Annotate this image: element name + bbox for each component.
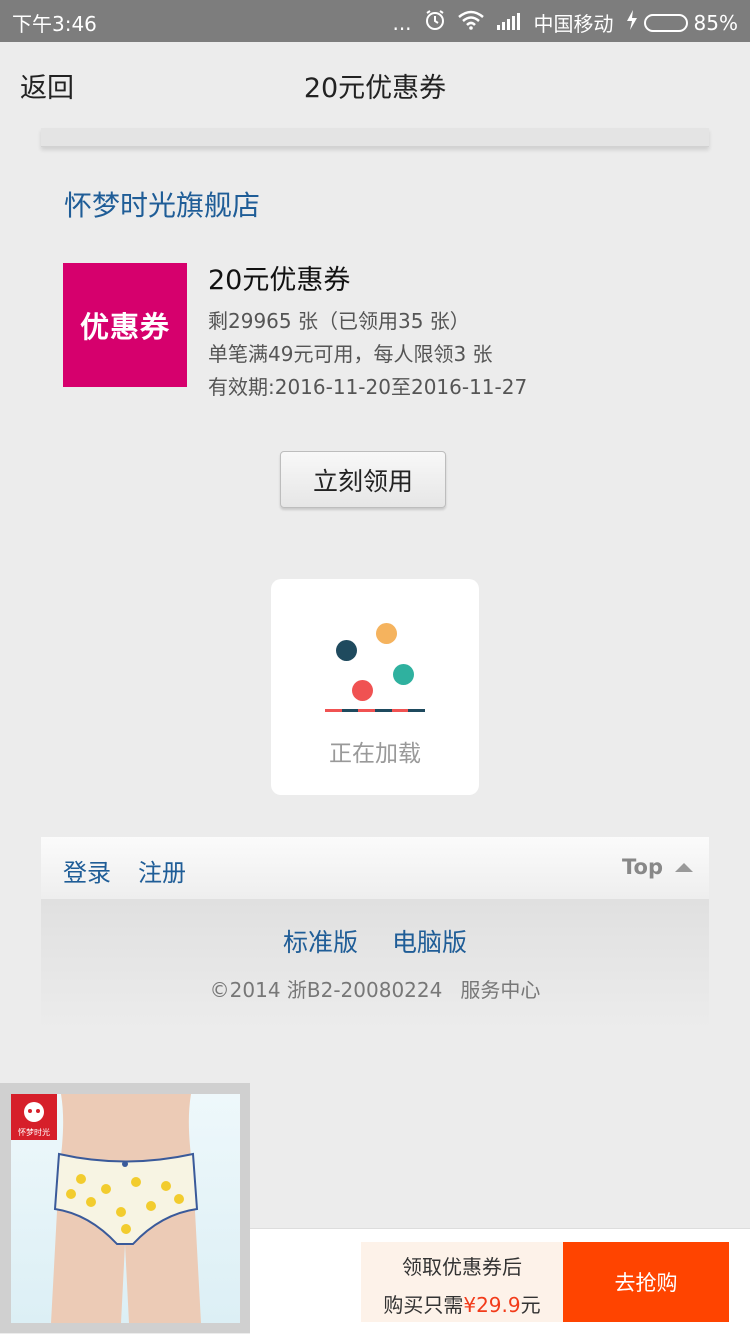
coupon-validity: 有效期:2016-11-20至2016-11-27 — [208, 375, 528, 399]
product-photo: 怀梦时光 — [11, 1094, 240, 1323]
loading-text: 正在加载 — [329, 741, 421, 767]
battery-indicator: 85% — [626, 10, 738, 35]
promo-line1: 领取优惠券后 — [402, 1255, 522, 1279]
claim-coupon-button[interactable]: 立刻领用 — [280, 451, 446, 508]
login-link[interactable]: 登录 — [63, 853, 111, 888]
loading-bar — [325, 709, 426, 712]
arrow-up-icon — [675, 862, 693, 872]
charging-icon — [626, 10, 638, 35]
header-divider — [41, 128, 709, 147]
copyright-text: ©2014 浙B2-20080224 — [209, 978, 443, 1002]
buy-now-button[interactable]: 去抢购 — [563, 1242, 729, 1322]
page-header: 返回 20元优惠券 — [0, 42, 750, 128]
battery-percent: 85% — [693, 10, 738, 35]
loading-dot — [352, 680, 373, 701]
status-bar: 下午3:46 ... 中国移动 85% — [0, 0, 750, 42]
store-name-link[interactable]: 怀梦时光旗舰店 — [64, 184, 260, 224]
battery-icon — [643, 13, 688, 32]
promo-message: 领取优惠券后 购买只需¥29.9元 — [361, 1242, 563, 1322]
back-to-top-button[interactable]: Top — [622, 855, 693, 879]
bottom-bar: 领取优惠券后 购买只需¥29.9元 去抢购 — [250, 1228, 750, 1334]
pc-version-link[interactable]: 电脑版 — [392, 928, 467, 957]
footer-lower: 标准版 电脑版 ©2014 浙B2-20080224 服务中心 — [41, 899, 709, 1031]
brand-logo-text: 怀梦时光 — [18, 1127, 50, 1137]
coupon-remaining: 剩29965 张（已领用35 张） — [208, 309, 470, 333]
promo-line2: 购买只需¥29.9元 — [361, 1289, 563, 1318]
promo-line2-suffix: 元 — [520, 1293, 541, 1317]
version-links: 标准版 电脑版 — [41, 923, 709, 959]
coupon-title: 20元优惠券 — [208, 265, 351, 296]
loading-dot — [336, 640, 357, 661]
standard-version-link[interactable]: 标准版 — [283, 928, 358, 957]
loading-dot — [393, 664, 414, 685]
top-label: Top — [622, 855, 663, 879]
signal-icon — [496, 11, 522, 35]
loading-dot — [376, 623, 397, 644]
status-right: ... 中国移动 85% — [392, 8, 738, 37]
carrier-name: 中国移动 — [533, 12, 614, 36]
coupon-condition: 单笔满49元可用，每人限领3 张 — [208, 342, 493, 366]
more-dots-icon: ... — [392, 10, 412, 35]
promo-line2-prefix: 购买只需 — [383, 1293, 464, 1317]
coupon-image: 优惠券 — [63, 263, 187, 387]
coupon-info: 20元优惠券 剩29965 张（已领用35 张） 单笔满49元可用，每人限领3 … — [208, 258, 527, 404]
alarm-icon — [424, 9, 446, 36]
brand-logo: 怀梦时光 — [11, 1094, 57, 1140]
promo-price: ¥29.9 — [463, 1293, 521, 1317]
loading-card: 正在加载 — [271, 579, 479, 795]
status-time: 下午3:46 — [12, 12, 97, 36]
copyright: ©2014 浙B2-20080224 服务中心 — [41, 974, 709, 1003]
footer-bar: 登录 注册 Top — [41, 837, 709, 899]
register-link[interactable]: 注册 — [138, 853, 186, 888]
page-title: 20元优惠券 — [303, 73, 447, 104]
service-center-link[interactable]: 服务中心 — [460, 978, 540, 1002]
wifi-icon — [457, 10, 484, 35]
product-thumbnail[interactable]: 怀梦时光 — [0, 1083, 250, 1333]
